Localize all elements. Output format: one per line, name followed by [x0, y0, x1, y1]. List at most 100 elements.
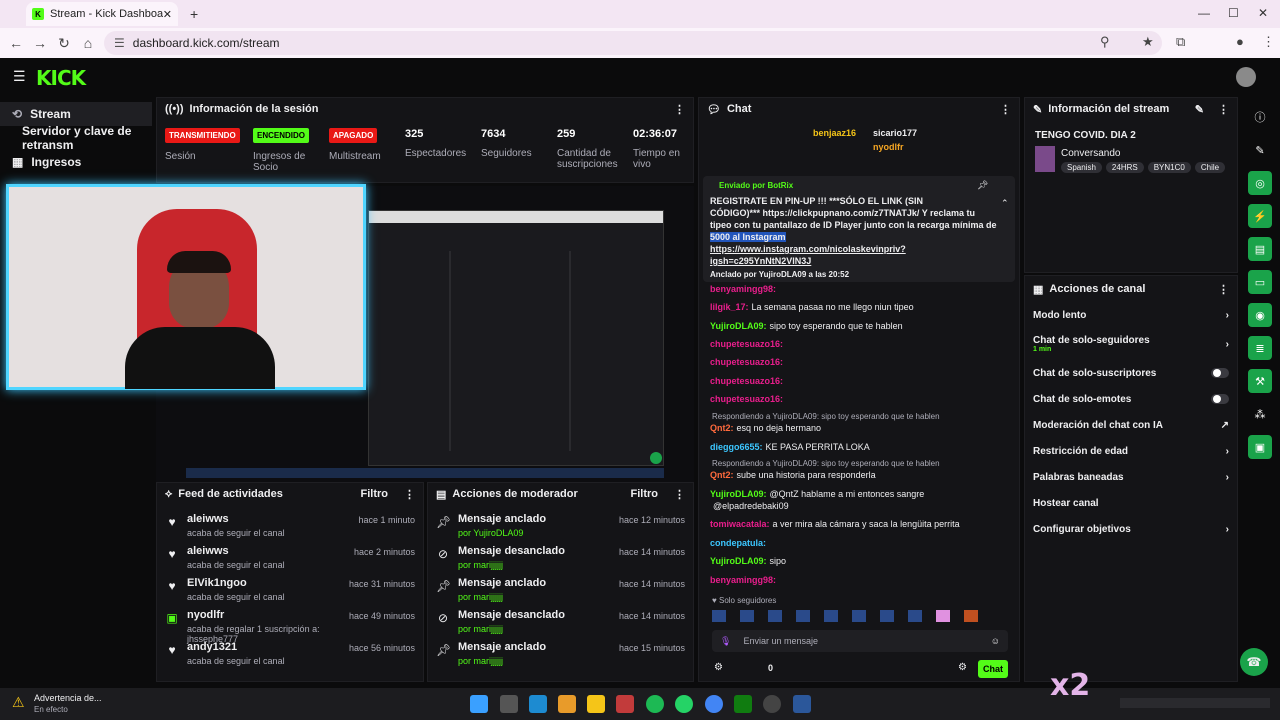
info-icon[interactable]: ⓘ — [1248, 105, 1272, 129]
top-gifter-1[interactable]: benjaaz16 — [813, 128, 856, 138]
emote[interactable] — [852, 610, 866, 622]
notepad-icon[interactable] — [793, 695, 811, 713]
tag-chip[interactable]: BYN1C0 — [1147, 162, 1191, 173]
browser-menu-icon[interactable]: ⋮ — [1262, 34, 1275, 50]
top-gifter-3[interactable]: nyodlfr — [873, 142, 904, 152]
user-avatar[interactable] — [1236, 67, 1256, 87]
new-tab-icon[interactable]: + — [190, 6, 198, 22]
obs-icon[interactable] — [763, 695, 781, 713]
forward-icon[interactable]: → — [28, 35, 52, 51]
edge-icon[interactable] — [529, 695, 547, 713]
app-icon[interactable] — [616, 695, 634, 713]
emote[interactable] — [740, 610, 754, 622]
stream-category[interactable]: Conversando — [1061, 148, 1120, 159]
pinned-link[interactable]: igsh=c295YnNtN2VlN3J — [710, 256, 811, 266]
activity-user[interactable]: nyodlfr — [187, 609, 341, 621]
chat-username[interactable]: lilgik_17: — [710, 302, 749, 312]
pencil-icon[interactable]: ✎ — [1248, 138, 1272, 162]
action-ai-moderation[interactable]: Moderación del chat con IA ↗ — [1025, 412, 1237, 438]
pin-icon[interactable]: 📌︎ — [977, 180, 988, 191]
start-icon[interactable] — [470, 695, 488, 713]
emote[interactable] — [796, 610, 810, 622]
action-banned-words[interactable]: Palabras baneadas › — [1025, 464, 1237, 490]
emote[interactable] — [880, 610, 894, 622]
collapse-icon[interactable]: ⌃ — [1001, 198, 1009, 209]
hamburger-menu-icon[interactable]: ☰ — [13, 68, 26, 85]
list-icon[interactable]: ≣ — [1248, 336, 1272, 360]
emote[interactable] — [936, 610, 950, 622]
pinned-link[interactable]: https://www.instagram.com/nicolaskevinpr… — [710, 244, 906, 254]
activity-user[interactable]: aleiwws — [187, 513, 350, 525]
tool-icon[interactable]: ⚒ — [1248, 369, 1272, 393]
support-chat-icon[interactable]: ☎ — [1240, 648, 1268, 676]
kick-logo[interactable]: KICK — [36, 66, 86, 90]
more-options-icon[interactable]: ⋮ — [674, 488, 685, 501]
chat-username[interactable]: Qnt2: — [710, 423, 734, 433]
more-options-icon[interactable]: ⋮ — [1000, 103, 1011, 116]
sidebar-item-revenue[interactable]: ▦ Ingresos — [0, 150, 152, 174]
activity-user[interactable]: aleiwws — [187, 545, 346, 557]
action-subs-only[interactable]: Chat de solo-suscriptores — [1025, 360, 1237, 386]
zoom-icon[interactable]: ⚲ — [1100, 34, 1110, 50]
activity-user[interactable]: andy1321 — [187, 641, 341, 653]
users-icon[interactable]: ⁂ — [1248, 402, 1272, 426]
spotify-icon[interactable] — [646, 695, 664, 713]
minimize-icon[interactable]: — — [1198, 6, 1210, 20]
more-options-icon[interactable]: ⋮ — [1218, 283, 1229, 296]
chat-username[interactable]: condepatula: — [710, 538, 766, 548]
chat-username[interactable]: chupetesuazo16: — [710, 394, 783, 404]
send-chat-button[interactable]: Chat — [978, 660, 1008, 678]
emoji-icon[interactable]: ☺ — [991, 636, 1000, 646]
edit-icon[interactable]: ✎ — [1195, 103, 1204, 116]
activity-user[interactable]: ElVik1ngoo — [187, 577, 341, 589]
emotes-only-toggle[interactable] — [1211, 394, 1229, 404]
filter-button[interactable]: Filtro — [361, 488, 389, 500]
search-icon[interactable] — [500, 695, 518, 713]
sidebar-item-stream[interactable]: ⟲ Stream — [0, 102, 152, 126]
site-info-icon[interactable]: ☰ — [114, 36, 125, 50]
action-host-channel[interactable]: Hostear canal — [1025, 490, 1237, 516]
emote[interactable] — [824, 610, 838, 622]
emote[interactable] — [964, 610, 978, 622]
back-icon[interactable]: ← — [4, 35, 28, 51]
chat-settings-icon[interactable]: ⚙ — [714, 662, 723, 673]
url-field[interactable]: ☰ dashboard.kick.com/stream — [104, 31, 1162, 55]
clipboard-icon[interactable]: ▤ — [1248, 237, 1272, 261]
broadcast-icon[interactable]: ◉ — [1248, 303, 1272, 327]
close-tab-icon[interactable]: ✕ — [163, 8, 172, 21]
extensions-icon[interactable]: ⧉ — [1176, 34, 1185, 50]
tag-chip[interactable]: Chile — [1194, 162, 1226, 173]
warning-title[interactable]: Advertencia de... — [34, 693, 102, 703]
reload-icon[interactable]: ↻ — [52, 35, 76, 52]
chat-username[interactable]: chupetesuazo16: — [710, 357, 783, 367]
chat-input[interactable]: 🎙︎ Enviar un mensaje ☺ — [712, 630, 1008, 652]
chat-username[interactable]: Qnt2: — [710, 470, 734, 480]
more-options-icon[interactable]: ⋮ — [404, 488, 415, 501]
chat-username[interactable]: benyamingg98: — [710, 284, 776, 294]
sidebar-item-server-key[interactable]: Servidor y clave de retransm — [0, 124, 152, 152]
profile-icon[interactable]: ● — [1236, 34, 1244, 49]
tag-chip[interactable]: Spanish — [1061, 162, 1102, 173]
tag-chip[interactable]: 24HRS — [1105, 162, 1144, 173]
action-age-restriction[interactable]: Restricción de edad › — [1025, 438, 1237, 464]
xbox-icon[interactable] — [734, 695, 752, 713]
whatsapp-icon[interactable] — [675, 695, 693, 713]
folder-icon[interactable] — [587, 695, 605, 713]
gear-icon[interactable]: ⚙ — [958, 662, 967, 673]
chrome-icon[interactable] — [705, 695, 723, 713]
action-followers-only[interactable]: Chat de solo-seguidores 1 min › — [1025, 328, 1237, 360]
screenshot-icon[interactable]: ◎ — [1248, 171, 1272, 195]
chat-username[interactable]: YujiroDLA09: — [710, 556, 767, 566]
home-icon[interactable]: ⌂ — [76, 35, 100, 51]
chat-username[interactable]: YujiroDLA09: — [710, 489, 767, 499]
chat-username[interactable]: dieggo6655: — [710, 442, 763, 452]
top-gifter-2[interactable]: sicario177 — [873, 128, 917, 138]
more-options-icon[interactable]: ⋮ — [1218, 103, 1229, 116]
maximize-icon[interactable]: ☐ — [1228, 6, 1239, 20]
more-options-icon[interactable]: ⋮ — [674, 103, 685, 116]
filter-button[interactable]: Filtro — [631, 488, 659, 500]
emote[interactable] — [768, 610, 782, 622]
emote[interactable] — [908, 610, 922, 622]
chat-username[interactable]: chupetesuazo16: — [710, 339, 783, 349]
bookmark-star-icon[interactable]: ★ — [1142, 34, 1154, 50]
